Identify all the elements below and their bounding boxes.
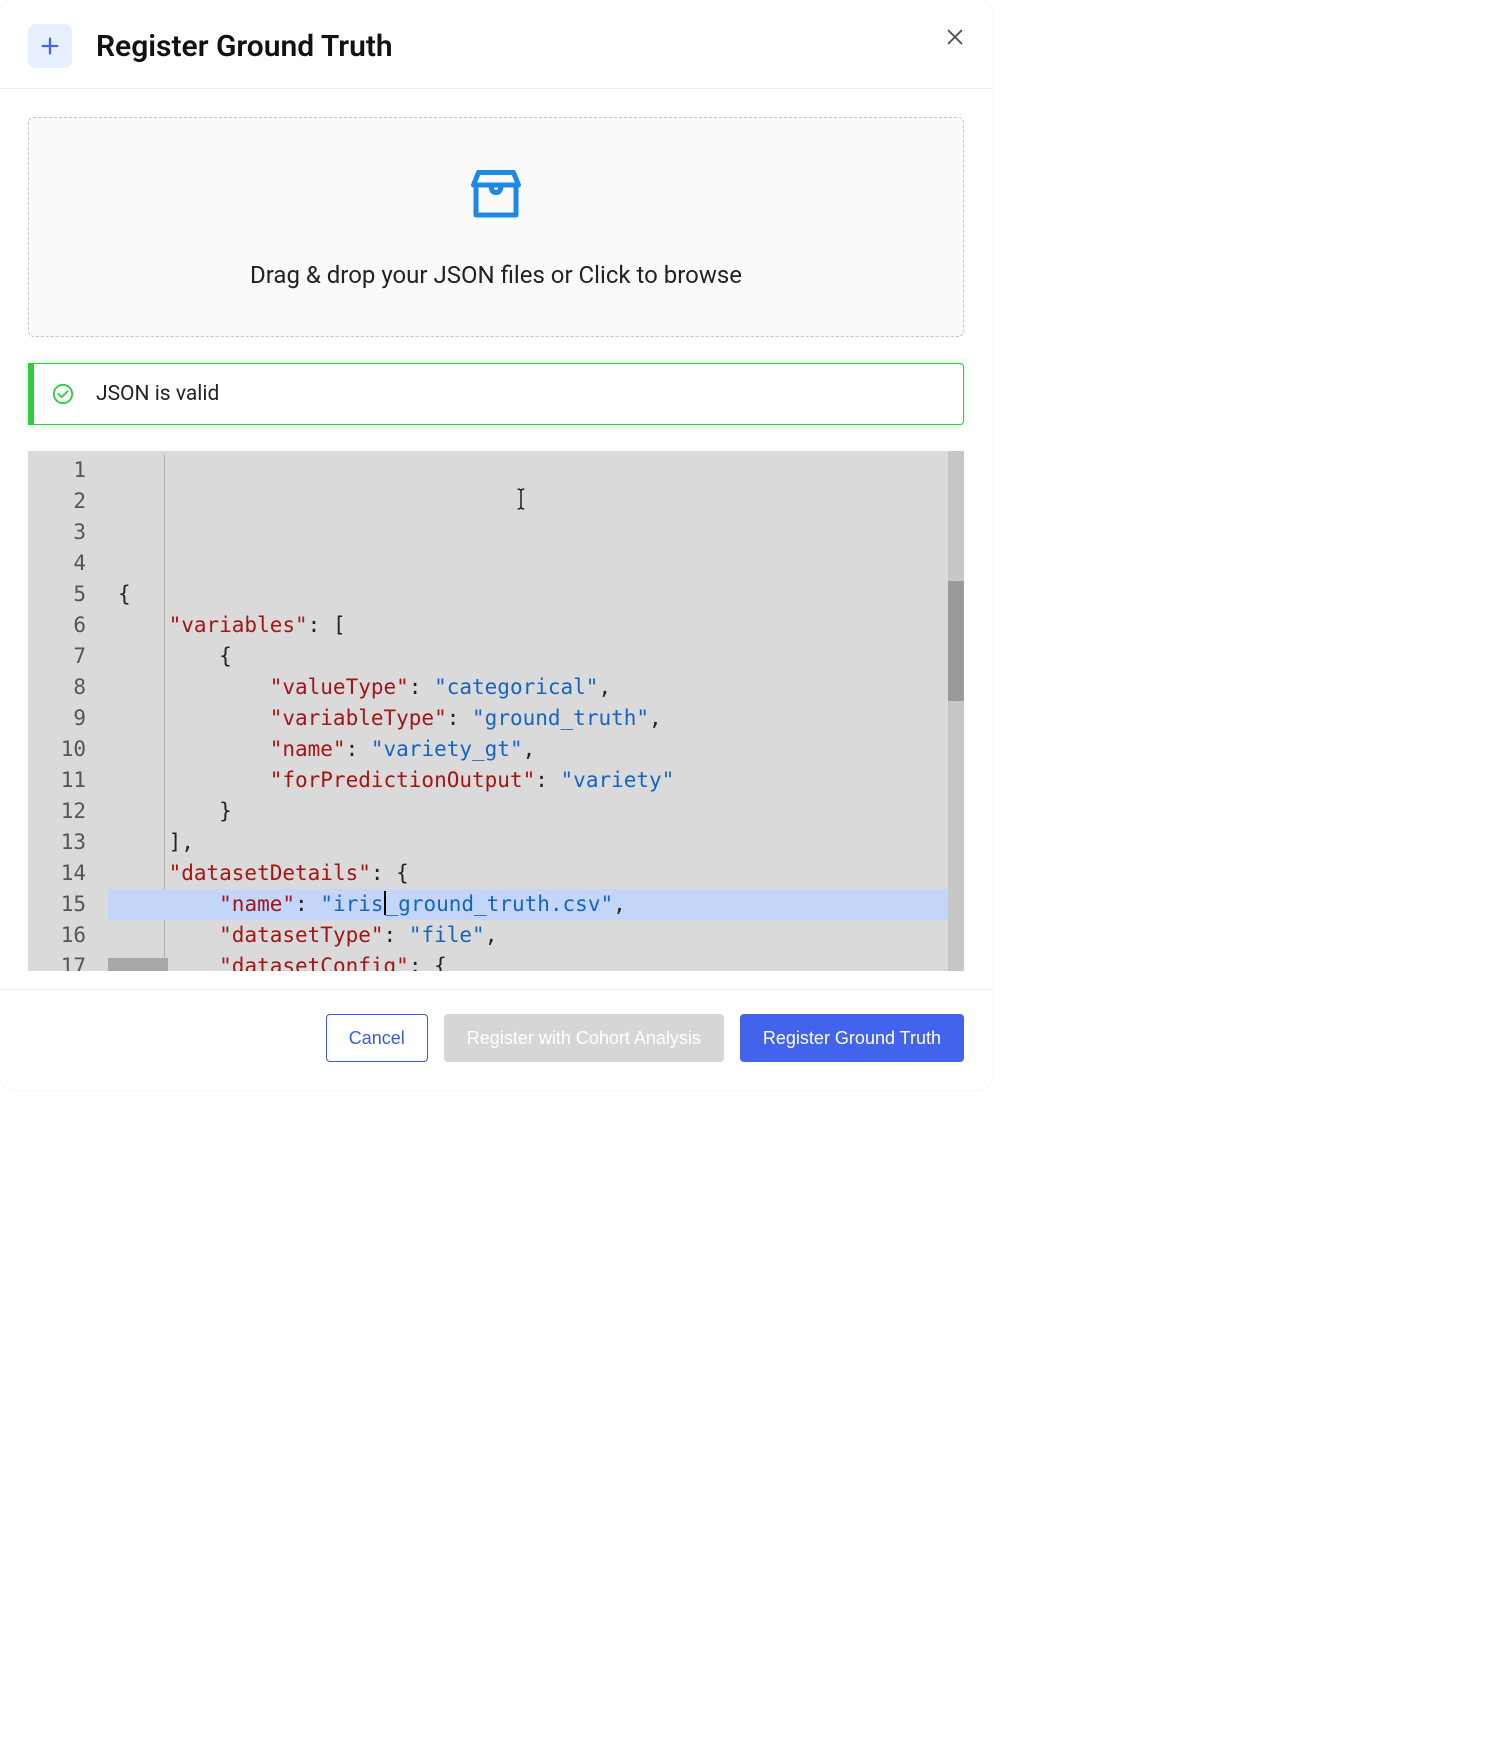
code-line[interactable]: } (108, 796, 948, 827)
close-button[interactable] (944, 26, 966, 52)
code-line[interactable]: "variables": [ (108, 610, 948, 641)
code-line[interactable]: "name": "variety_gt", (108, 734, 948, 765)
code-line[interactable]: { (108, 641, 948, 672)
selection-mark (108, 958, 168, 971)
file-dropzone[interactable]: Drag & drop your JSON files or Click to … (28, 117, 964, 337)
code-line[interactable]: "valueType": "categorical", (108, 672, 948, 703)
cancel-button[interactable]: Cancel (326, 1014, 428, 1062)
json-editor[interactable]: 1234567891011121314151617 { "variables":… (28, 451, 964, 971)
inbox-icon (466, 165, 526, 229)
scrollbar-thumb[interactable] (948, 581, 964, 701)
dropzone-text: Drag & drop your JSON files or Click to … (250, 261, 742, 289)
code-line[interactable]: "name": "iris_ground_truth.csv", (108, 889, 948, 920)
register-cohort-button[interactable]: Register with Cohort Analysis (444, 1014, 724, 1062)
code-line[interactable]: "variableType": "ground_truth", (108, 703, 948, 734)
code-line[interactable]: "datasetDetails": { (108, 858, 948, 889)
text-caret (384, 891, 386, 915)
modal-footer: Cancel Register with Cohort Analysis Reg… (0, 989, 992, 1090)
code-line[interactable]: "datasetConfig": { (108, 951, 948, 971)
text-cursor-icon (388, 457, 528, 550)
editor-gutter: 1234567891011121314151617 (28, 451, 108, 971)
validation-banner: JSON is valid (28, 363, 964, 425)
code-line[interactable]: "forPredictionOutput": "variety" (108, 765, 948, 796)
modal-title: Register Ground Truth (96, 29, 393, 64)
code-line[interactable]: ], (108, 827, 948, 858)
register-ground-truth-modal: Register Ground Truth Drag & drop your J… (0, 0, 992, 1090)
modal-header: Register Ground Truth (0, 0, 992, 89)
plus-icon (28, 24, 72, 68)
editor-code-area[interactable]: { "variables": [ { "valueType": "categor… (108, 451, 948, 971)
modal-body: Drag & drop your JSON files or Click to … (0, 89, 992, 971)
validation-message: JSON is valid (96, 382, 219, 406)
check-circle-icon (52, 383, 74, 405)
register-ground-truth-button[interactable]: Register Ground Truth (740, 1014, 964, 1062)
code-line[interactable]: "datasetType": "file", (108, 920, 948, 951)
editor-scrollbar[interactable] (948, 451, 964, 971)
code-line[interactable]: { (108, 579, 948, 610)
